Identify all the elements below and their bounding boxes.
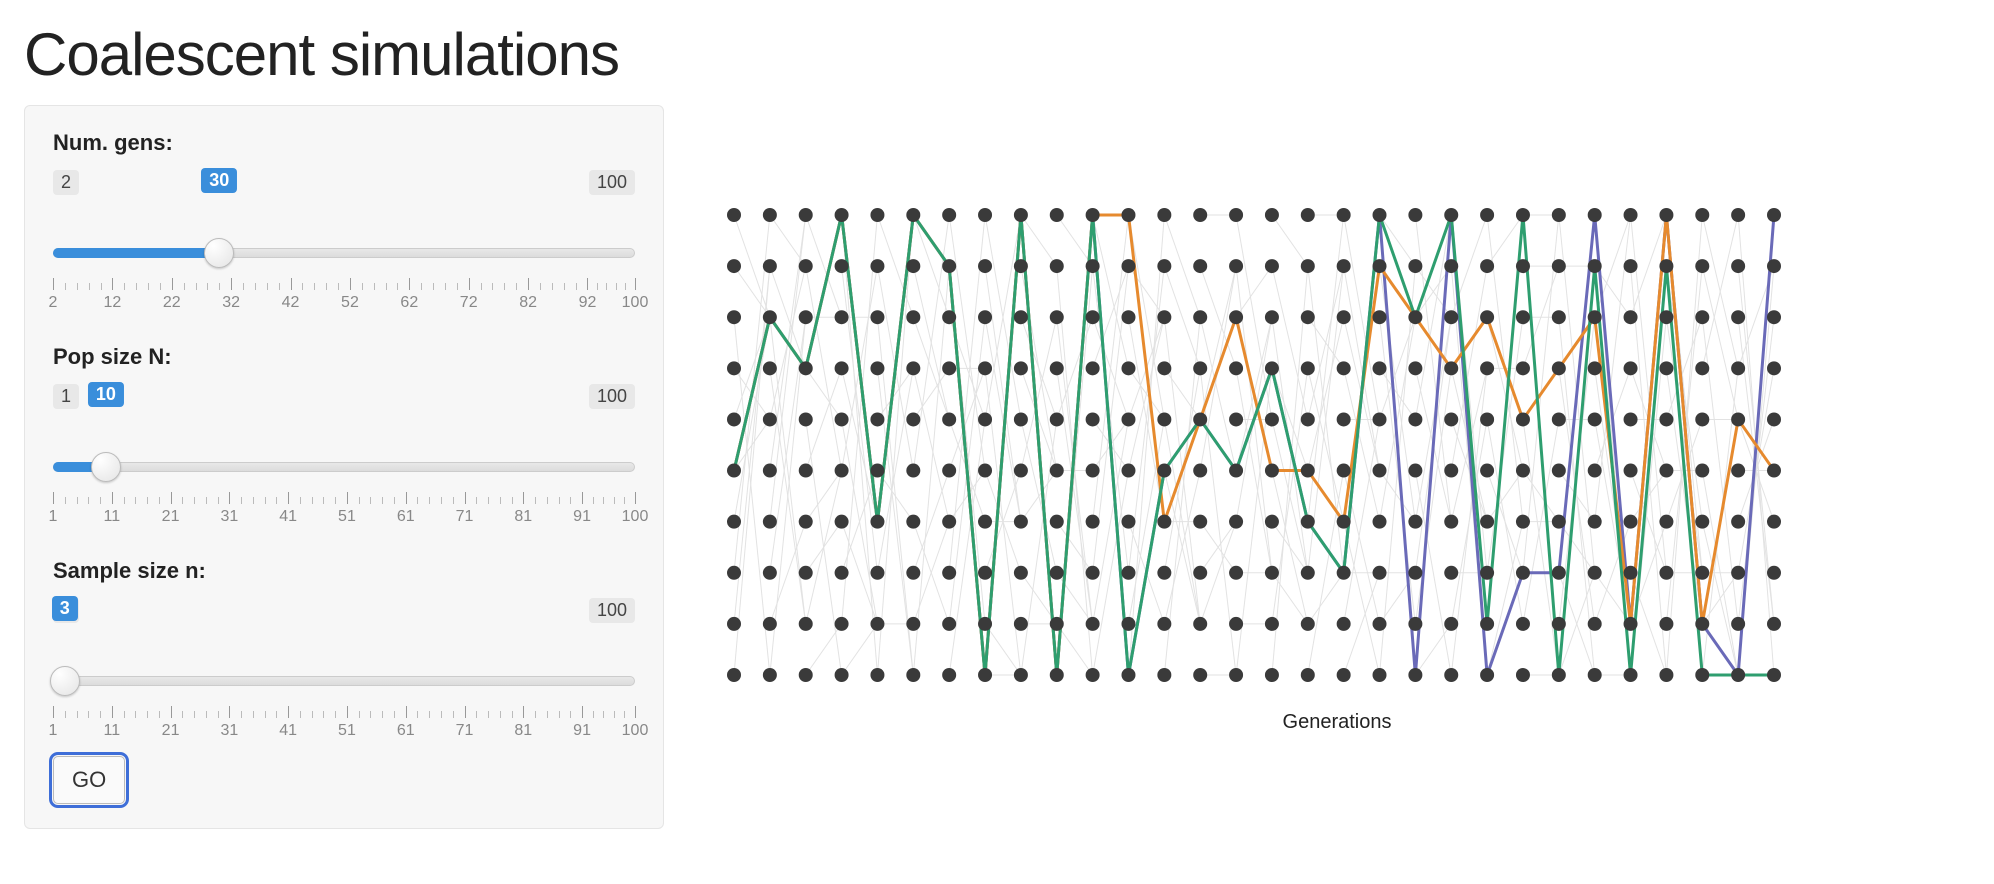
controls-panel: Num. gens:2301002122232425262728292100Po… <box>24 105 664 829</box>
tick-label: 41 <box>279 722 297 740</box>
tick-label: 32 <box>222 294 240 312</box>
slider-thumb-sample_size[interactable] <box>50 666 80 696</box>
tick-label: 100 <box>622 722 649 740</box>
tick-label: 1 <box>49 508 58 526</box>
slider-track-num_gens[interactable] <box>53 240 635 268</box>
slider-track-pop_size[interactable] <box>53 454 635 482</box>
tick-label: 100 <box>622 508 649 526</box>
plot-xlabel: Generations <box>704 711 1970 734</box>
slider-badge-row-num_gens: 2 30 100 <box>53 170 635 206</box>
tick-label: 71 <box>456 508 474 526</box>
tick-label: 42 <box>282 294 300 312</box>
go-button[interactable]: GO <box>53 756 125 804</box>
slider-max-pop_size: 100 <box>589 384 635 409</box>
slider-min-pop_size: 1 <box>53 384 79 409</box>
slider-ticks-pop_size: 1112131415161718191100 <box>53 484 635 524</box>
tick-label: 100 <box>622 294 649 312</box>
slider-min-num_gens: 2 <box>53 170 79 195</box>
tick-label: 91 <box>573 722 591 740</box>
tick-label: 91 <box>573 508 591 526</box>
slider-label-pop_size: Pop size N: <box>53 344 635 370</box>
tick-label: 21 <box>162 722 180 740</box>
tick-label: 11 <box>103 722 120 740</box>
tick-label: 31 <box>220 722 238 740</box>
background-links <box>734 215 1774 675</box>
tick-label: 41 <box>279 508 297 526</box>
tick-label: 62 <box>400 294 418 312</box>
slider-label-num_gens: Num. gens: <box>53 130 635 156</box>
slider-group-sample_size: Sample size n:13100111213141516171819110… <box>53 558 635 738</box>
slider-group-pop_size: Pop size N:1101001112131415161718191100 <box>53 344 635 524</box>
tick-label: 21 <box>162 508 180 526</box>
page-title: Coalescent simulations <box>24 20 1970 89</box>
slider-badge-row-pop_size: 1 10 100 <box>53 384 635 420</box>
tick-label: 81 <box>514 722 532 740</box>
tick-label: 52 <box>341 294 359 312</box>
slider-ticks-num_gens: 2122232425262728292100 <box>53 270 635 310</box>
slider-ticks-sample_size: 1112131415161718191100 <box>53 698 635 738</box>
slider-track-sample_size[interactable] <box>53 668 635 696</box>
tick-label: 51 <box>338 722 356 740</box>
slider-max-num_gens: 100 <box>589 170 635 195</box>
slider-label-sample_size: Sample size n: <box>53 558 635 584</box>
tick-label: 92 <box>579 294 597 312</box>
tick-label: 51 <box>338 508 356 526</box>
tick-label: 71 <box>456 722 474 740</box>
tick-label: 82 <box>519 294 537 312</box>
tick-label: 2 <box>49 294 58 312</box>
plot-area: Generations <box>704 105 1970 734</box>
slider-thumb-pop_size[interactable] <box>91 452 121 482</box>
tick-label: 31 <box>220 508 238 526</box>
tick-label: 72 <box>460 294 478 312</box>
tick-label: 81 <box>514 508 532 526</box>
tick-label: 61 <box>397 722 415 740</box>
slider-thumb-num_gens[interactable] <box>204 238 234 268</box>
tick-label: 12 <box>103 294 121 312</box>
slider-value-num_gens: 30 <box>201 168 237 193</box>
tick-label: 22 <box>163 294 181 312</box>
slider-value-pop_size: 10 <box>88 382 124 407</box>
tick-label: 61 <box>397 508 415 526</box>
coalescent-plot <box>704 185 1804 705</box>
tick-label: 11 <box>103 508 120 526</box>
slider-badge-row-sample_size: 13100 <box>53 598 635 634</box>
slider-value-sample_size: 3 <box>52 596 78 621</box>
slider-group-num_gens: Num. gens: 2 30 1002 12 22 32 42 52 62 72 82 92 100 <box>53 130 635 310</box>
tick-label: 1 <box>49 722 58 740</box>
slider-max-sample_size: 100 <box>589 598 635 623</box>
